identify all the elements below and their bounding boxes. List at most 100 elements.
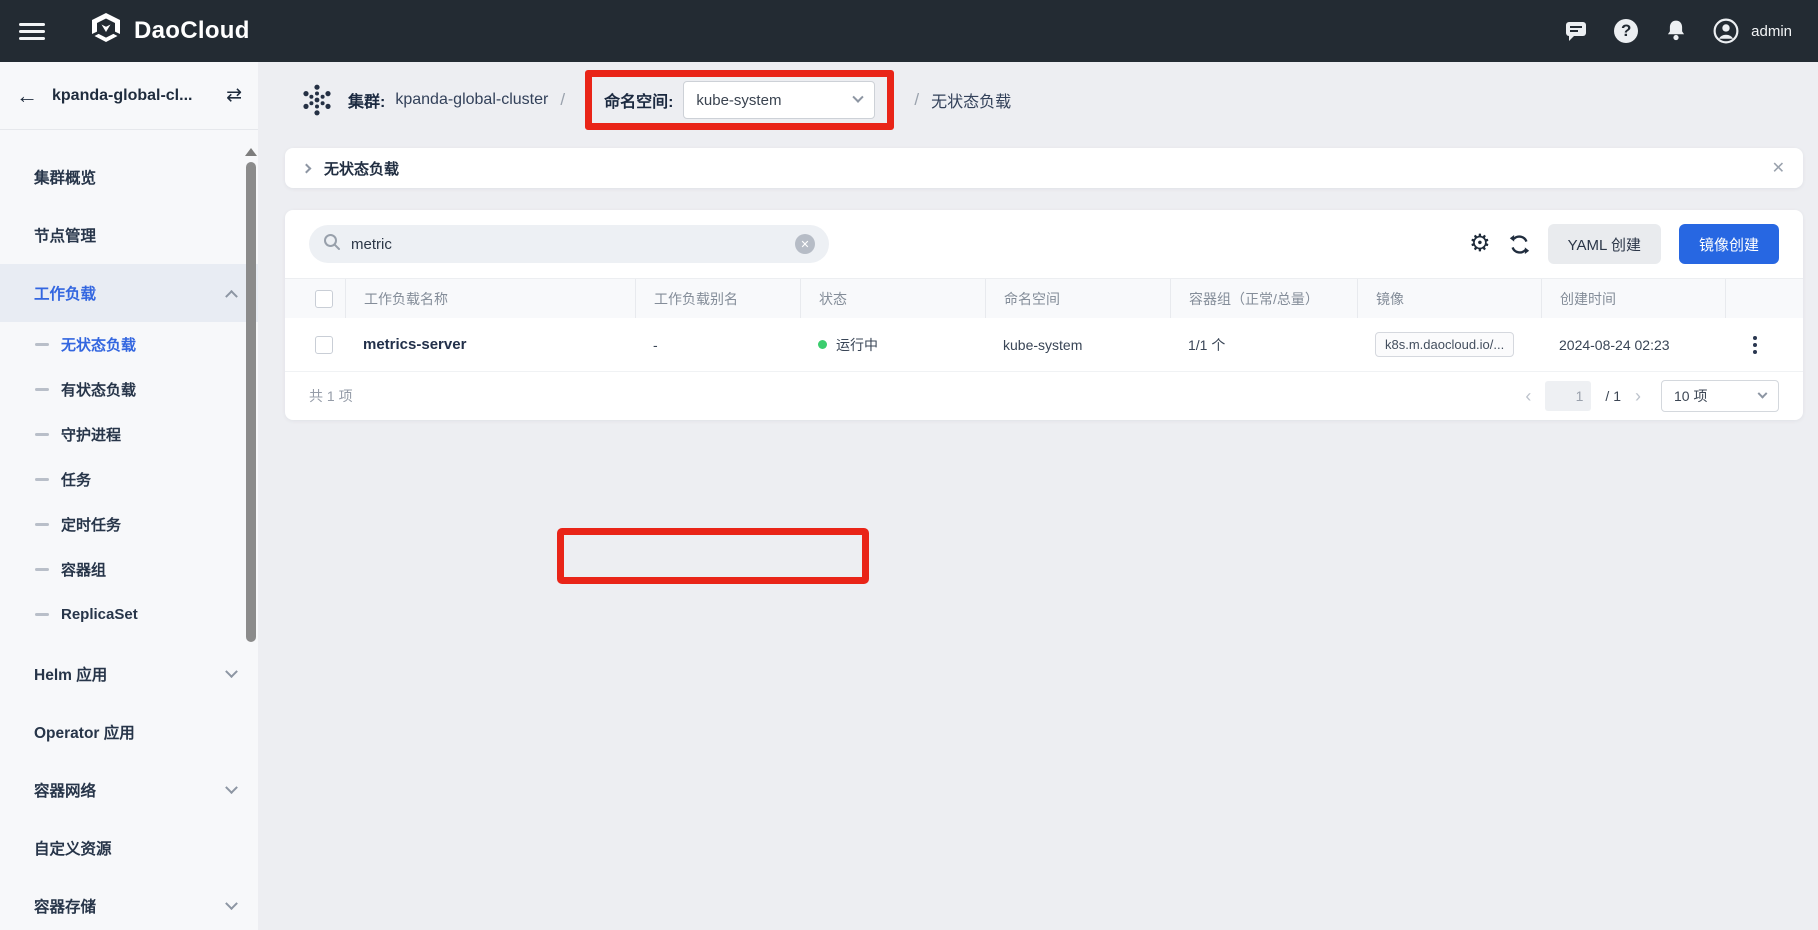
workload-created: 2024-08-24 02:23	[1541, 337, 1725, 353]
sidebar-item-pods[interactable]: 容器组	[0, 547, 258, 592]
sidebar-item-container-network[interactable]: 容器网络	[0, 761, 258, 819]
sidebar-item-replicasets[interactable]: ReplicaSet	[0, 592, 258, 637]
breadcrumb-separator: /	[560, 90, 565, 110]
sidebar-item-cluster-overview[interactable]: 集群概览	[0, 148, 258, 206]
sidebar-item-deployments[interactable]: 无状态负载	[0, 322, 258, 367]
status-dot-icon	[818, 340, 827, 349]
chevron-down-icon	[225, 665, 238, 678]
sidebar-item-node-management[interactable]: 节点管理	[0, 206, 258, 264]
select-all-checkbox[interactable]	[315, 290, 333, 308]
username: admin	[1751, 23, 1792, 40]
status-text: 运行中	[836, 335, 878, 355]
next-page-icon[interactable]: ›	[1635, 387, 1641, 405]
dash-icon	[35, 568, 49, 571]
breadcrumb-namespace-label: 命名空间:	[604, 88, 673, 112]
breadcrumb-cluster-value: kpanda-global-cluster	[395, 91, 548, 109]
workload-alias: -	[635, 337, 800, 353]
topbar: DaoCloud ? admin	[0, 0, 1818, 62]
dash-icon	[35, 343, 49, 346]
search-box: ✕	[309, 225, 829, 263]
workload-name-link[interactable]: metrics-server	[363, 336, 466, 353]
dash-icon	[35, 388, 49, 391]
sidebar-item-workloads[interactable]: 工作负载	[0, 264, 258, 322]
refresh-icon[interactable]	[1509, 234, 1530, 255]
close-icon[interactable]: ✕	[1772, 158, 1785, 178]
breadcrumb-page: 无状态负载	[931, 88, 1011, 112]
chat-icon	[1564, 19, 1588, 43]
chevron-down-icon	[225, 781, 238, 794]
scrollbar-thumb[interactable]	[246, 162, 256, 642]
user-menu-button[interactable]	[1713, 18, 1739, 44]
pagination: ‹ 1 / 1 › 10 项	[1525, 380, 1779, 412]
breadcrumb-separator: /	[914, 90, 919, 110]
sidebar: ← kpanda-global-cl... ⇄ 集群概览 节点管理 工作负载 无…	[0, 62, 258, 930]
toolbar: ✕ ⚙ YAML 创建 镜像创建	[285, 210, 1803, 278]
sidebar-item-jobs[interactable]: 任务	[0, 457, 258, 502]
column-header-created: 创建时间	[1541, 279, 1725, 318]
page-total: / 1	[1605, 388, 1621, 404]
row-checkbox[interactable]	[315, 336, 333, 354]
sidebar-item-custom-resources[interactable]: 自定义资源	[0, 819, 258, 877]
workload-pods: 1/1 个	[1170, 335, 1357, 355]
annotation-box-workload-name	[557, 528, 869, 584]
gear-icon[interactable]: ⚙	[1469, 232, 1491, 256]
dash-icon	[35, 433, 49, 436]
sidebar-item-helm-apps[interactable]: Helm 应用	[0, 645, 258, 703]
table-footer: 共 1 项 ‹ 1 / 1 › 10 项	[285, 372, 1803, 420]
workloads-card: ✕ ⚙ YAML 创建 镜像创建 工作负载名称 工作负载	[285, 210, 1803, 420]
column-header-name: 工作负载名称	[345, 279, 635, 318]
column-header-namespace: 命名空间	[985, 279, 1170, 318]
breadcrumb-cluster-label: 集群:	[348, 88, 385, 112]
page-input[interactable]: 1	[1545, 381, 1591, 411]
help-icon: ?	[1614, 19, 1638, 43]
column-header-image: 镜像	[1357, 279, 1541, 318]
total-count: 共 1 项	[309, 386, 353, 406]
page-size-select[interactable]: 10 项	[1661, 380, 1779, 412]
column-header-pods: 容器组（正常/总量）	[1170, 279, 1357, 318]
sidebar-scrollbar[interactable]	[243, 148, 258, 930]
kebab-menu-icon[interactable]	[1749, 332, 1761, 358]
hamburger-menu-button[interactable]	[0, 0, 64, 62]
chevron-down-icon	[225, 897, 238, 910]
column-header-alias: 工作负载别名	[635, 279, 800, 318]
main-content: 集群: kpanda-global-cluster / 命名空间: kube-s…	[258, 62, 1818, 930]
prev-page-icon[interactable]: ‹	[1525, 387, 1531, 405]
sidebar-item-container-storage[interactable]: 容器存储	[0, 877, 258, 930]
yaml-create-button[interactable]: YAML 创建	[1548, 224, 1661, 264]
namespace-select[interactable]: kube-system	[683, 81, 875, 119]
notifications-button[interactable]	[1663, 18, 1689, 44]
clear-search-icon[interactable]: ✕	[795, 234, 815, 254]
chevron-down-icon	[853, 92, 864, 103]
sidebar-item-operator-apps[interactable]: Operator 应用	[0, 703, 258, 761]
brand-name: DaoCloud	[134, 17, 250, 45]
daocloud-logo: DaoCloud	[88, 11, 250, 52]
hamburger-icon	[19, 19, 45, 44]
workload-namespace: kube-system	[985, 337, 1170, 353]
namespace-select-value: kube-system	[696, 92, 781, 109]
image-create-button[interactable]: 镜像创建	[1679, 224, 1779, 264]
dash-icon	[35, 478, 49, 481]
sidebar-item-cronjobs[interactable]: 定时任务	[0, 502, 258, 547]
search-input[interactable]	[351, 236, 795, 253]
sidebar-cluster-name: kpanda-global-cl...	[52, 87, 226, 105]
chevron-right-icon[interactable]	[302, 163, 312, 173]
breadcrumb: 集群: kpanda-global-cluster / 命名空间: kube-s…	[258, 62, 1818, 138]
table-header: 工作负载名称 工作负载别名 状态 命名空间 容器组（正常/总量） 镜像 创建时间	[285, 278, 1803, 318]
column-header-status: 状态	[800, 279, 985, 318]
dash-icon	[35, 613, 49, 616]
help-button[interactable]: ?	[1613, 18, 1639, 44]
bell-icon	[1665, 19, 1687, 43]
chevron-down-icon	[1758, 388, 1768, 398]
avatar-icon	[1713, 18, 1739, 44]
scrollbar-up-arrow-icon[interactable]	[245, 148, 257, 156]
table-row[interactable]: metrics-server - 运行中 kube-system 1/1 个 k…	[285, 318, 1803, 372]
sidebar-item-daemonsets[interactable]: 守护进程	[0, 412, 258, 457]
sidebar-item-statefulsets[interactable]: 有状态负载	[0, 367, 258, 412]
annotation-box-namespace: 命名空间: kube-system	[585, 70, 894, 130]
chat-button[interactable]	[1563, 18, 1589, 44]
panel-title: 无状态负载	[324, 158, 399, 179]
switch-cluster-icon[interactable]: ⇄	[226, 84, 242, 107]
dash-icon	[35, 523, 49, 526]
back-button[interactable]: ←	[16, 85, 38, 107]
search-icon	[323, 233, 341, 256]
